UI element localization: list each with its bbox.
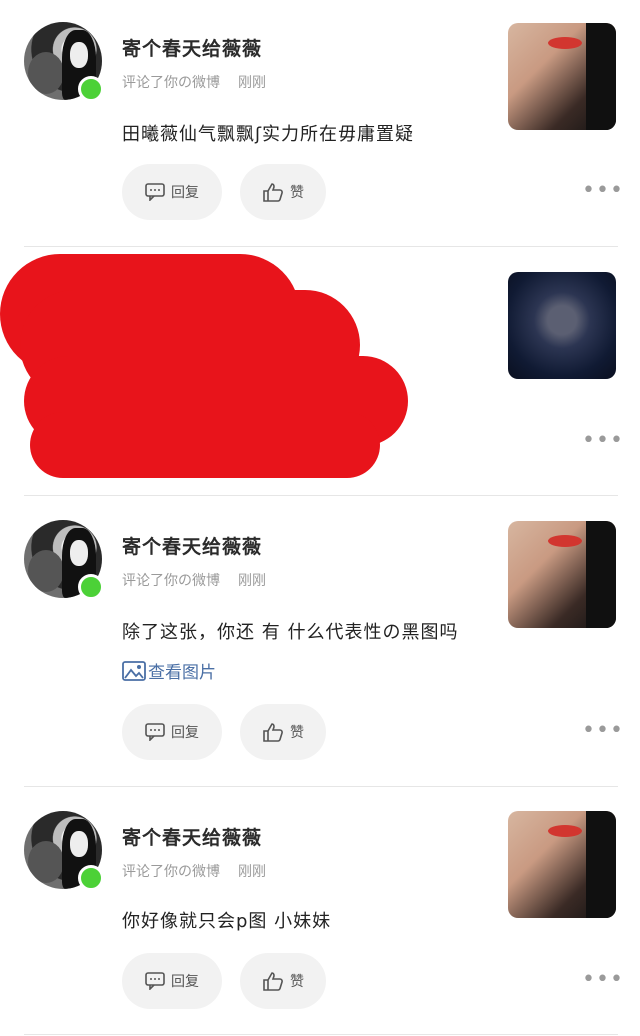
online-status-dot [78, 76, 104, 102]
more-icon[interactable]: ••• [582, 428, 624, 453]
reply-button[interactable]: 回复 [122, 164, 222, 220]
notification-meta: 评论了你の微博 刚刚 [122, 570, 266, 590]
post-thumbnail[interactable] [508, 23, 616, 130]
view-image-label: 查看图片 [148, 663, 216, 683]
action-text: 评论了你の微博 [122, 864, 220, 880]
timestamp: 刚刚 [238, 573, 266, 589]
divider [24, 1034, 618, 1035]
like-label: 赞 [290, 974, 304, 990]
thumbs-up-icon [263, 723, 283, 742]
thumbs-up-icon [263, 183, 283, 202]
username[interactable]: 寄个春天给薇薇 [122, 34, 262, 61]
notification-meta: 评论了你の微博 刚刚 [122, 861, 266, 881]
reply-label: 回复 [171, 725, 199, 741]
reply-button[interactable]: 回复 [122, 953, 222, 1009]
reply-label: 回复 [171, 974, 199, 990]
post-thumbnail[interactable] [508, 521, 616, 628]
divider [24, 786, 618, 787]
timestamp: 刚刚 [238, 864, 266, 880]
image-icon [122, 660, 146, 681]
comment-icon [145, 723, 165, 741]
divider [24, 495, 618, 496]
comment-text: 除了这张，你还 有 什么代表性の黑图吗 [122, 622, 459, 643]
like-label: 赞 [290, 725, 304, 741]
more-icon[interactable]: ••• [582, 178, 624, 203]
like-button[interactable]: 赞 [240, 704, 326, 760]
notification-meta: 评论了你の微博 刚刚 [122, 72, 266, 92]
username[interactable]: 寄个春天给薇薇 [122, 532, 262, 559]
comment-text: 田曦薇仙气飘飘ʃ实力所在毋庸置疑 [122, 124, 415, 145]
more-icon[interactable]: ••• [582, 718, 624, 743]
comment-icon [145, 183, 165, 201]
online-status-dot [78, 574, 104, 600]
reply-label: 回复 [171, 185, 199, 201]
comment-icon [145, 972, 165, 990]
like-button[interactable]: 赞 [240, 164, 326, 220]
like-label: 赞 [290, 185, 304, 201]
view-image-link[interactable]: 查看图片 [122, 658, 216, 683]
divider [24, 246, 618, 247]
action-text: 评论了你の微博 [122, 75, 220, 91]
reply-button[interactable]: 回复 [122, 704, 222, 760]
more-icon[interactable]: ••• [582, 967, 624, 992]
thumbs-up-icon [263, 972, 283, 991]
timestamp: 刚刚 [238, 75, 266, 91]
post-thumbnail[interactable] [508, 272, 616, 379]
username[interactable]: 寄个春天给薇薇 [122, 823, 262, 850]
post-thumbnail[interactable] [508, 811, 616, 918]
action-text: 评论了你の微博 [122, 573, 220, 589]
online-status-dot [78, 865, 104, 891]
comment-text: 你好像就只会p图 小妹妹 [122, 911, 332, 932]
like-button[interactable]: 赞 [240, 953, 326, 1009]
